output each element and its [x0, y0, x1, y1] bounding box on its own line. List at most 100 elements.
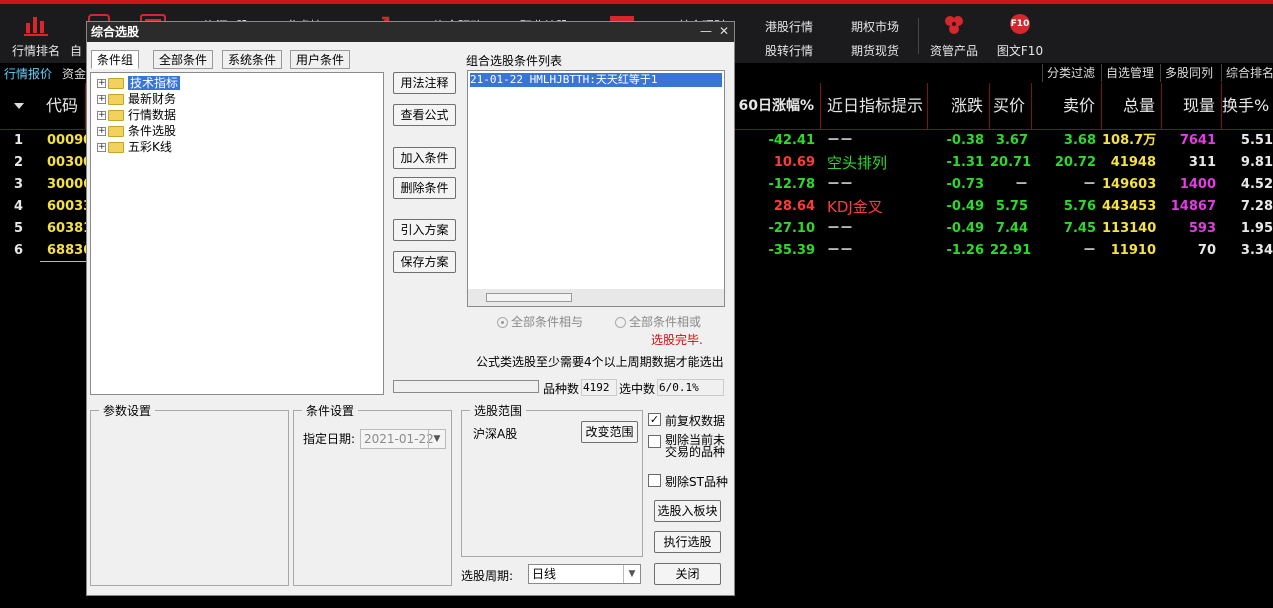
- picked-value: 6/0.1%: [657, 379, 724, 396]
- toolbar-ranking-label: 行情排名: [11, 44, 60, 58]
- folder-icon: [108, 110, 124, 121]
- minimize-icon[interactable]: —: [699, 24, 713, 38]
- toolbar-assets-button[interactable]: 资管产品: [926, 8, 982, 63]
- toolbar-hk-market[interactable]: 港股行情: [765, 18, 813, 35]
- radio-all-and[interactable]: 全部条件相与: [497, 313, 583, 330]
- radio-on-icon: [497, 317, 508, 328]
- asset-circles-icon: [945, 16, 963, 34]
- checkbox-exclude-st[interactable]: [648, 474, 661, 487]
- picked-label: 选中数: [619, 382, 656, 396]
- run-screening-button[interactable]: 执行选股: [654, 531, 721, 553]
- header-ask[interactable]: 卖价: [1032, 83, 1102, 129]
- close-icon[interactable]: ✕: [717, 24, 731, 38]
- close-button[interactable]: 关闭: [654, 563, 721, 585]
- toolbar-separator: [918, 18, 919, 54]
- toolbar-assets-label: 资管产品: [929, 44, 978, 58]
- horizontal-scrollbar[interactable]: [468, 289, 724, 306]
- row-index: 2: [14, 155, 24, 170]
- radio-all-or[interactable]: 全部条件相或: [615, 313, 701, 330]
- header-60d-change[interactable]: 60日涨幅%: [735, 83, 821, 129]
- dialog-title[interactable]: 综合选股: [87, 22, 734, 42]
- header-volume[interactable]: 总量: [1102, 83, 1162, 129]
- header-delta[interactable]: 涨跌: [928, 83, 990, 129]
- row-60d-change: -27.10: [768, 221, 815, 236]
- exclude-untraded-label: 剔除当前未 交易的品种: [665, 433, 726, 459]
- row-indicator-hint: －－: [827, 133, 854, 148]
- header-bid[interactable]: 买价: [990, 83, 1032, 129]
- composite-rank-button[interactable]: 综合排名: [1221, 64, 1273, 82]
- watchlist-manage-button[interactable]: 自选管理: [1101, 64, 1158, 82]
- checkbox-prev-adjust[interactable]: ✓: [648, 413, 661, 426]
- chevron-down-icon[interactable]: ▼: [428, 430, 445, 448]
- save-scheme-button[interactable]: 保存方案: [393, 251, 456, 273]
- row-bid: 5.75: [995, 199, 1028, 214]
- tree-item-technical[interactable]: + 技术指标: [97, 75, 181, 91]
- tab-user-conditions[interactable]: 用户条件: [290, 50, 351, 69]
- condition-list-item[interactable]: 21-01-22 HMLHJBTTH:天天红等于1: [470, 73, 722, 87]
- expand-icon[interactable]: +: [97, 79, 106, 88]
- tree-item-condition-picking[interactable]: + 条件选股: [97, 123, 176, 139]
- change-range-button[interactable]: 改变范围: [581, 421, 638, 443]
- stock-screener-dialog: 综合选股 — ✕ 条件组 全部条件 系统条件 用户条件 + 技术指标 + 最新财务 …: [86, 21, 735, 596]
- import-scheme-button[interactable]: 引入方案: [393, 219, 456, 241]
- row-current-volume: 593: [1188, 221, 1216, 236]
- add-to-block-button[interactable]: 选股入板块: [654, 500, 721, 522]
- toolbar-futures-spot[interactable]: 期货现货: [851, 42, 899, 59]
- row-index: 3: [14, 177, 24, 192]
- checkbox-exclude-untraded[interactable]: [648, 435, 661, 448]
- toolbar-neeq-market[interactable]: 股转行情: [765, 42, 813, 59]
- header-current-volume[interactable]: 现量: [1162, 83, 1222, 129]
- header-turnover[interactable]: 换手%: [1222, 83, 1273, 129]
- row-bid: 22.91: [990, 243, 1032, 258]
- view-formula-button[interactable]: 查看公式: [393, 104, 456, 126]
- period-label: 选股周期:: [461, 569, 514, 583]
- tab-funds[interactable]: 资金: [62, 65, 86, 82]
- header-code[interactable]: 代码: [40, 83, 86, 129]
- row-volume: 108.7万: [1102, 133, 1157, 148]
- tree-item-market-data[interactable]: + 行情数据: [97, 107, 176, 123]
- chevron-down-icon[interactable]: ▼: [623, 565, 640, 583]
- tab-quotes[interactable]: 行情报价: [4, 65, 52, 82]
- filter-button[interactable]: 分类过滤: [1042, 64, 1099, 82]
- delete-condition-button[interactable]: 删除条件: [393, 177, 456, 199]
- row-index: 1: [14, 133, 24, 148]
- tree-item-financial[interactable]: + 最新财务: [97, 91, 176, 107]
- tab-system-conditions[interactable]: 系统条件: [222, 50, 283, 69]
- row-delta: -0.49: [946, 221, 984, 236]
- expand-icon[interactable]: +: [97, 127, 106, 136]
- row-volume: 11910: [1110, 243, 1156, 258]
- date-picker[interactable]: 2021-01-22 ▼: [360, 429, 446, 449]
- tab-all-conditions[interactable]: 全部条件: [153, 50, 214, 69]
- date-value: 2021-01-22: [364, 432, 434, 446]
- scrollbar-thumb[interactable]: [486, 293, 572, 302]
- row-ask: 20.72: [1054, 155, 1096, 170]
- sort-arrow-icon[interactable]: [14, 103, 24, 109]
- expand-icon[interactable]: +: [97, 95, 106, 104]
- condition-tree[interactable]: + 技术指标 + 最新财务 + 行情数据 + 条件选股 + 五彩K线: [90, 72, 384, 395]
- expand-icon[interactable]: +: [97, 143, 106, 152]
- params-group-title: 参数设置: [99, 402, 156, 419]
- condition-list[interactable]: 21-01-22 HMLHJBTTH:天天红等于1: [467, 70, 725, 307]
- count-value: 4192: [581, 379, 617, 396]
- prev-adjust-label: 前复权数据: [665, 414, 726, 428]
- table-bottom-divider: [40, 261, 86, 262]
- tree-item-colored-k[interactable]: + 五彩K线: [97, 139, 172, 155]
- toolbar-options-market[interactable]: 期权市场: [851, 18, 899, 35]
- row-index: 5: [14, 221, 24, 236]
- row-index: 4: [14, 199, 24, 214]
- status-text: 选股完毕.: [651, 333, 703, 347]
- tab-condition-group[interactable]: 条件组: [91, 50, 140, 69]
- usage-note-button[interactable]: 用法注释: [393, 72, 456, 94]
- row-code: 60033: [47, 199, 93, 214]
- condition-settings-title: 条件设置: [302, 402, 359, 419]
- row-volume: 41948: [1110, 155, 1156, 170]
- header-indicator-hint[interactable]: 近日指标提示: [821, 83, 928, 129]
- multi-stock-button[interactable]: 多股同列: [1160, 64, 1217, 82]
- toolbar-ranking-button[interactable]: 行情排名: [4, 8, 68, 63]
- add-condition-button[interactable]: 加入条件: [393, 147, 456, 169]
- condition-settings-group: 条件设置 指定日期: 2021-01-22 ▼: [293, 402, 452, 586]
- toolbar-f10-button[interactable]: F10 图文F10: [992, 8, 1048, 63]
- period-select[interactable]: 日线 ▼: [528, 564, 641, 584]
- expand-icon[interactable]: +: [97, 111, 106, 120]
- row-volume: 113140: [1102, 221, 1157, 236]
